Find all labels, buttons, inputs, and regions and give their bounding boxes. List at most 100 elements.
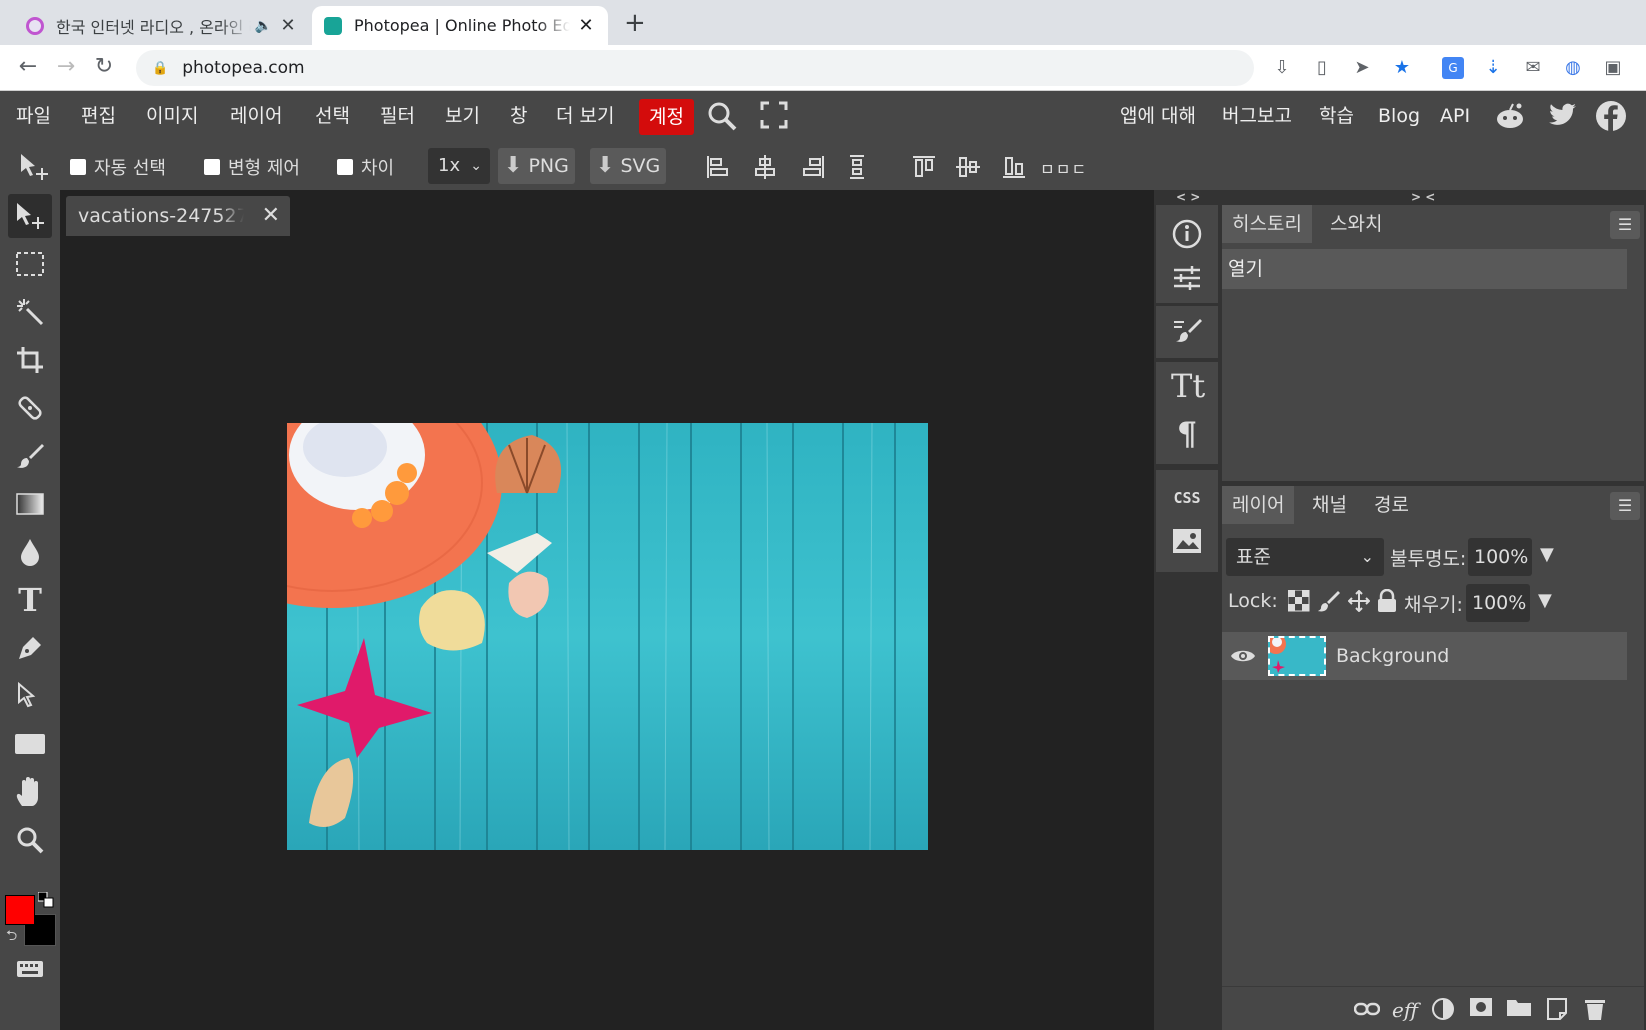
- menu-report-bug[interactable]: 버그보고: [1222, 101, 1292, 131]
- move-tool-options-icon[interactable]: [18, 152, 50, 182]
- install-icon[interactable]: ⇩: [1271, 57, 1293, 79]
- lock-all-icon[interactable]: [1376, 588, 1398, 617]
- blend-mode-select[interactable]: 표준 ⌄: [1226, 538, 1384, 576]
- export-png-button[interactable]: ⬇ PNG: [498, 148, 575, 184]
- align-left-icon[interactable]: [705, 154, 731, 180]
- opacity-input[interactable]: 100%: [1468, 538, 1532, 576]
- page-icon[interactable]: ▯: [1311, 57, 1333, 79]
- tab-history[interactable]: 히스토리: [1222, 205, 1312, 243]
- new-layer-icon[interactable]: [1544, 997, 1570, 1023]
- type-tool-icon[interactable]: T: [8, 578, 52, 622]
- info-icon[interactable]: [1171, 219, 1203, 251]
- healing-brush-tool-icon[interactable]: [8, 386, 52, 430]
- visibility-eye-icon[interactable]: [1230, 644, 1256, 668]
- menu-layer[interactable]: 레이어: [226, 101, 286, 131]
- url-field[interactable]: 🔒 photopea.com: [136, 50, 1254, 86]
- close-tab-icon[interactable]: ✕: [576, 15, 596, 36]
- menu-account[interactable]: 계정: [639, 99, 694, 135]
- crop-tool-icon[interactable]: [8, 338, 52, 382]
- link-layers-icon[interactable]: [1353, 997, 1381, 1023]
- zoom-tool-icon[interactable]: [8, 818, 52, 862]
- mail-extension-icon[interactable]: ✉: [1522, 57, 1544, 79]
- menu-about[interactable]: 앱에 대해: [1120, 101, 1196, 131]
- menu-select[interactable]: 선택: [311, 101, 354, 131]
- fill-input[interactable]: 100%: [1466, 584, 1530, 622]
- menu-edit[interactable]: 편집: [77, 101, 120, 131]
- profile-icon[interactable]: ▣: [1602, 57, 1624, 79]
- image-icon[interactable]: [1171, 528, 1203, 560]
- keyboard-icon[interactable]: [16, 960, 44, 982]
- lock-position-icon[interactable]: [1347, 589, 1371, 616]
- menu-learn[interactable]: 학습: [1319, 101, 1354, 131]
- image-canvas[interactable]: [287, 423, 928, 850]
- menu-image[interactable]: 이미지: [142, 101, 202, 131]
- paragraph-icon[interactable]: ¶: [1171, 418, 1203, 450]
- distribute-v-icon[interactable]: [844, 154, 870, 180]
- align-middle-v-icon[interactable]: [955, 154, 981, 180]
- path-select-tool-icon[interactable]: [8, 674, 52, 718]
- browser-tab-radio[interactable]: 한국 인터넷 라디오 , 온라인 라디오 🔈 ✕: [14, 6, 310, 45]
- reload-icon[interactable]: ↻: [90, 54, 118, 79]
- align-center-h-icon[interactable]: [752, 154, 778, 180]
- menu-file[interactable]: 파일: [12, 101, 55, 131]
- forward-icon[interactable]: →: [52, 54, 80, 79]
- panel-menu-icon[interactable]: ☰: [1610, 211, 1640, 239]
- tab-paths[interactable]: 경로: [1364, 486, 1419, 524]
- delete-layer-trash-icon[interactable]: [1582, 997, 1608, 1023]
- menu-blog[interactable]: Blog: [1378, 101, 1420, 131]
- adjustment-layer-icon[interactable]: [1430, 997, 1456, 1023]
- brush-settings-icon[interactable]: [1171, 316, 1203, 348]
- export-svg-button[interactable]: ⬇ SVG: [590, 148, 667, 184]
- menu-view[interactable]: 보기: [441, 101, 484, 131]
- search-icon[interactable]: [706, 100, 738, 132]
- align-top-icon[interactable]: [911, 154, 937, 180]
- opacity-dropdown-icon[interactable]: ▼: [1540, 544, 1554, 565]
- pen-tool-icon[interactable]: [8, 626, 52, 670]
- layer-mask-icon[interactable]: [1468, 997, 1494, 1023]
- tab-swatches[interactable]: 스와치: [1320, 205, 1392, 243]
- shape-tool-icon[interactable]: [8, 722, 52, 766]
- foreground-color-swatch[interactable]: [5, 895, 35, 925]
- reddit-icon[interactable]: [1494, 100, 1526, 132]
- lock-transparency-icon[interactable]: [1287, 589, 1310, 616]
- lock-pixels-icon[interactable]: [1318, 590, 1340, 616]
- brush-tool-icon[interactable]: [8, 434, 52, 478]
- checkbox-box[interactable]: [70, 159, 86, 175]
- distribute-h-icon[interactable]: ㅁㅁㄷ: [1040, 156, 1087, 180]
- hand-tool-icon[interactable]: [8, 770, 52, 814]
- send-icon[interactable]: ➤: [1351, 57, 1373, 79]
- align-bottom-icon[interactable]: [1001, 154, 1027, 180]
- adjustments-icon[interactable]: [1171, 265, 1203, 297]
- close-document-icon[interactable]: ✕: [262, 196, 280, 236]
- back-icon[interactable]: ←: [14, 54, 42, 79]
- layer-row[interactable]: Background: [1222, 632, 1627, 680]
- menu-filter[interactable]: 필터: [376, 101, 419, 131]
- transform-controls-checkbox[interactable]: 변형 제어: [204, 154, 300, 180]
- menu-more[interactable]: 더 보기: [552, 101, 618, 131]
- panel-menu-icon[interactable]: ☰: [1610, 492, 1640, 520]
- extension-icon[interactable]: ⇣: [1482, 57, 1504, 79]
- new-tab-button[interactable]: +: [624, 8, 646, 38]
- translate-extension-icon[interactable]: G: [1442, 57, 1464, 79]
- magic-wand-tool-icon[interactable]: [8, 290, 52, 334]
- checkbox-box[interactable]: [204, 159, 220, 175]
- default-colors-icon[interactable]: [37, 891, 54, 908]
- align-right-icon[interactable]: [800, 154, 826, 180]
- bookmark-star-icon[interactable]: ★: [1391, 57, 1413, 79]
- auto-select-checkbox[interactable]: 자동 선택: [70, 154, 166, 180]
- lock-icon[interactable]: 🔒: [152, 61, 168, 76]
- document-tab[interactable]: vacations-2475272 ✕: [66, 196, 290, 236]
- vpn-extension-icon[interactable]: ◍: [1562, 57, 1584, 79]
- twitter-icon[interactable]: [1546, 100, 1578, 132]
- checkbox-box[interactable]: [337, 159, 353, 175]
- css-icon[interactable]: CSS: [1171, 482, 1203, 514]
- facebook-icon[interactable]: [1595, 100, 1627, 132]
- character-icon[interactable]: Tt: [1171, 370, 1205, 402]
- move-tool-icon[interactable]: [8, 194, 52, 238]
- distances-checkbox[interactable]: 차이: [337, 154, 394, 180]
- browser-tab-photopea[interactable]: Photopea | Online Photo Editor ✕: [312, 6, 608, 45]
- layer-effects-icon[interactable]: eff: [1392, 997, 1418, 1023]
- swap-colors-icon[interactable]: ⮌: [6, 925, 17, 949]
- gradient-tool-icon[interactable]: [8, 482, 52, 526]
- zoom-select[interactable]: 1x ⌄: [428, 148, 490, 184]
